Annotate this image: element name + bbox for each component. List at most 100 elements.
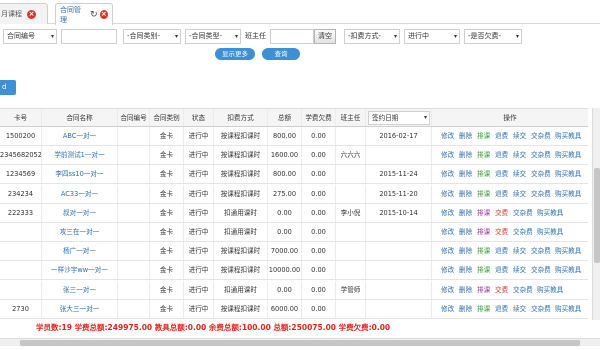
misc-fee-link[interactable]: 交杂费	[513, 223, 533, 241]
refund-link[interactable]: 退费	[495, 146, 508, 164]
misc-fee-link[interactable]: 交杂费	[531, 146, 551, 164]
refresh-icon[interactable]: ↻	[90, 10, 98, 20]
buy-materials-link[interactable]: 购买教具	[555, 242, 581, 260]
query-button[interactable]: 查询	[262, 48, 300, 60]
cell-contract-name[interactable]: 叔对一对一	[42, 203, 118, 222]
cell-contract-name[interactable]: 杨广一对一	[42, 242, 118, 261]
renew-link[interactable]: 续交	[513, 242, 526, 260]
buy-materials-link[interactable]: 购买教具	[555, 300, 581, 318]
buy-materials-link[interactable]: 购买教具	[555, 146, 581, 164]
refund-link[interactable]: 退费	[495, 185, 508, 203]
arrears-select[interactable]: -是否欠费- ▾	[464, 29, 522, 44]
cell-contract-name[interactable]: 学前测试1一对一	[42, 146, 118, 165]
buy-materials-link[interactable]: 购买教具	[537, 204, 563, 222]
misc-fee-link[interactable]: 交杂费	[531, 165, 551, 183]
contract-number-input[interactable]	[61, 29, 117, 44]
renew-link[interactable]: 续交	[513, 261, 526, 279]
schedule-link[interactable]: 排课	[477, 146, 490, 164]
contract-number-select[interactable]: 合同编号 ▾	[3, 29, 57, 44]
pay-link[interactable]: 交费	[495, 223, 508, 241]
schedule-link[interactable]: 排课	[477, 204, 490, 222]
misc-fee-link[interactable]: 交杂费	[513, 281, 533, 299]
edit-link[interactable]: 修改	[441, 242, 454, 260]
edit-link[interactable]: 修改	[441, 281, 454, 299]
cell-contract-name[interactable]: 一样沙宇ww一对一	[42, 261, 118, 280]
vertical-scrollbar[interactable]	[592, 108, 600, 320]
edit-link[interactable]: 修改	[441, 165, 454, 183]
buy-materials-link[interactable]: 购买教具	[537, 223, 563, 241]
delete-link[interactable]: 删除	[459, 242, 472, 260]
schedule-link[interactable]: 排课	[477, 300, 490, 318]
renew-link[interactable]: 续交	[513, 127, 526, 145]
renew-link[interactable]: 续交	[513, 165, 526, 183]
refund-link[interactable]: 退费	[495, 261, 508, 279]
misc-fee-link[interactable]: 交杂费	[531, 261, 551, 279]
refund-link[interactable]: 退费	[495, 300, 508, 318]
schedule-link[interactable]: 排课	[477, 127, 490, 145]
add-button[interactable]: d	[0, 80, 16, 95]
edit-link[interactable]: 修改	[441, 127, 454, 145]
tab-monthly-course[interactable]: 月课程 ×	[0, 3, 48, 24]
deduct-method-select[interactable]: -扣费方式- ▾	[344, 29, 400, 44]
misc-fee-link[interactable]: 交杂费	[531, 185, 551, 203]
edit-link[interactable]: 修改	[441, 223, 454, 241]
delete-link[interactable]: 删除	[459, 281, 472, 299]
delete-link[interactable]: 删除	[459, 127, 472, 145]
cell-contract-name[interactable]: 李四ss10一对一	[42, 165, 118, 184]
refund-link[interactable]: 退费	[495, 242, 508, 260]
delete-link[interactable]: 删除	[459, 261, 472, 279]
delete-link[interactable]: 删除	[459, 146, 472, 164]
edit-link[interactable]: 修改	[441, 300, 454, 318]
cell-arrears: 0.00	[302, 146, 336, 165]
delete-link[interactable]: 删除	[459, 300, 472, 318]
schedule-link[interactable]: 排课	[477, 185, 490, 203]
class-teacher-input[interactable]	[270, 29, 314, 44]
contract-category-select[interactable]: -合同类别- ▾	[123, 29, 181, 44]
close-icon[interactable]: ×	[27, 9, 36, 19]
cell-contract-name[interactable]: AC33一对一	[42, 184, 118, 203]
horizontal-scrollbar[interactable]	[0, 338, 600, 346]
buy-materials-link[interactable]: 购买教具	[555, 185, 581, 203]
misc-fee-link[interactable]: 交杂费	[531, 300, 551, 318]
status-select[interactable]: 进行中 ▾	[404, 29, 460, 44]
edit-link[interactable]: 修改	[441, 185, 454, 203]
buy-materials-link[interactable]: 购买教具	[555, 165, 581, 183]
refund-link[interactable]: 退费	[495, 127, 508, 145]
cell-contract-name[interactable]: 攻三在一对一	[42, 223, 118, 241]
schedule-link[interactable]: 排课	[477, 223, 490, 241]
buy-materials-link[interactable]: 购买教具	[555, 261, 581, 279]
delete-link[interactable]: 删除	[459, 223, 472, 241]
edit-link[interactable]: 修改	[441, 261, 454, 279]
contract-type-select[interactable]: -合同类型- ▾	[185, 29, 241, 44]
cell-contract-name[interactable]: 张大三一对一	[42, 299, 118, 318]
scroll-thumb[interactable]	[594, 168, 600, 263]
tab-contract-management[interactable]: 合同管理 ↻ ×	[55, 3, 113, 25]
delete-link[interactable]: 删除	[459, 204, 472, 222]
buy-materials-link[interactable]: 购买教具	[555, 127, 581, 145]
edit-link[interactable]: 修改	[441, 204, 454, 222]
scroll-thumb[interactable]	[20, 340, 580, 346]
cell-contract-name[interactable]: 张三一对一	[42, 280, 118, 299]
delete-link[interactable]: 删除	[459, 185, 472, 203]
schedule-link[interactable]: 排课	[477, 242, 490, 260]
show-more-button[interactable]: 显示更多	[215, 48, 255, 60]
renew-link[interactable]: 续交	[513, 185, 526, 203]
pay-link[interactable]: 交费	[495, 204, 508, 222]
buy-materials-link[interactable]: 购买教具	[537, 281, 563, 299]
refund-link[interactable]: 退费	[495, 165, 508, 183]
renew-link[interactable]: 续交	[513, 300, 526, 318]
sign-date-select[interactable]: 签约日期 ▾	[368, 111, 430, 125]
clear-button[interactable]: 清空	[314, 29, 336, 44]
close-icon[interactable]: ×	[99, 10, 108, 19]
renew-link[interactable]: 续交	[513, 146, 526, 164]
misc-fee-link[interactable]: 交杂费	[531, 127, 551, 145]
schedule-link[interactable]: 排课	[477, 281, 490, 299]
pay-link[interactable]: 交费	[495, 281, 508, 299]
edit-link[interactable]: 修改	[441, 146, 454, 164]
schedule-link[interactable]: 排课	[477, 261, 490, 279]
schedule-link[interactable]: 排课	[477, 165, 490, 183]
misc-fee-link[interactable]: 交杂费	[531, 242, 551, 260]
cell-contract-name[interactable]: ABC一对一	[42, 127, 118, 145]
misc-fee-link[interactable]: 交杂费	[513, 204, 533, 222]
delete-link[interactable]: 删除	[459, 165, 472, 183]
